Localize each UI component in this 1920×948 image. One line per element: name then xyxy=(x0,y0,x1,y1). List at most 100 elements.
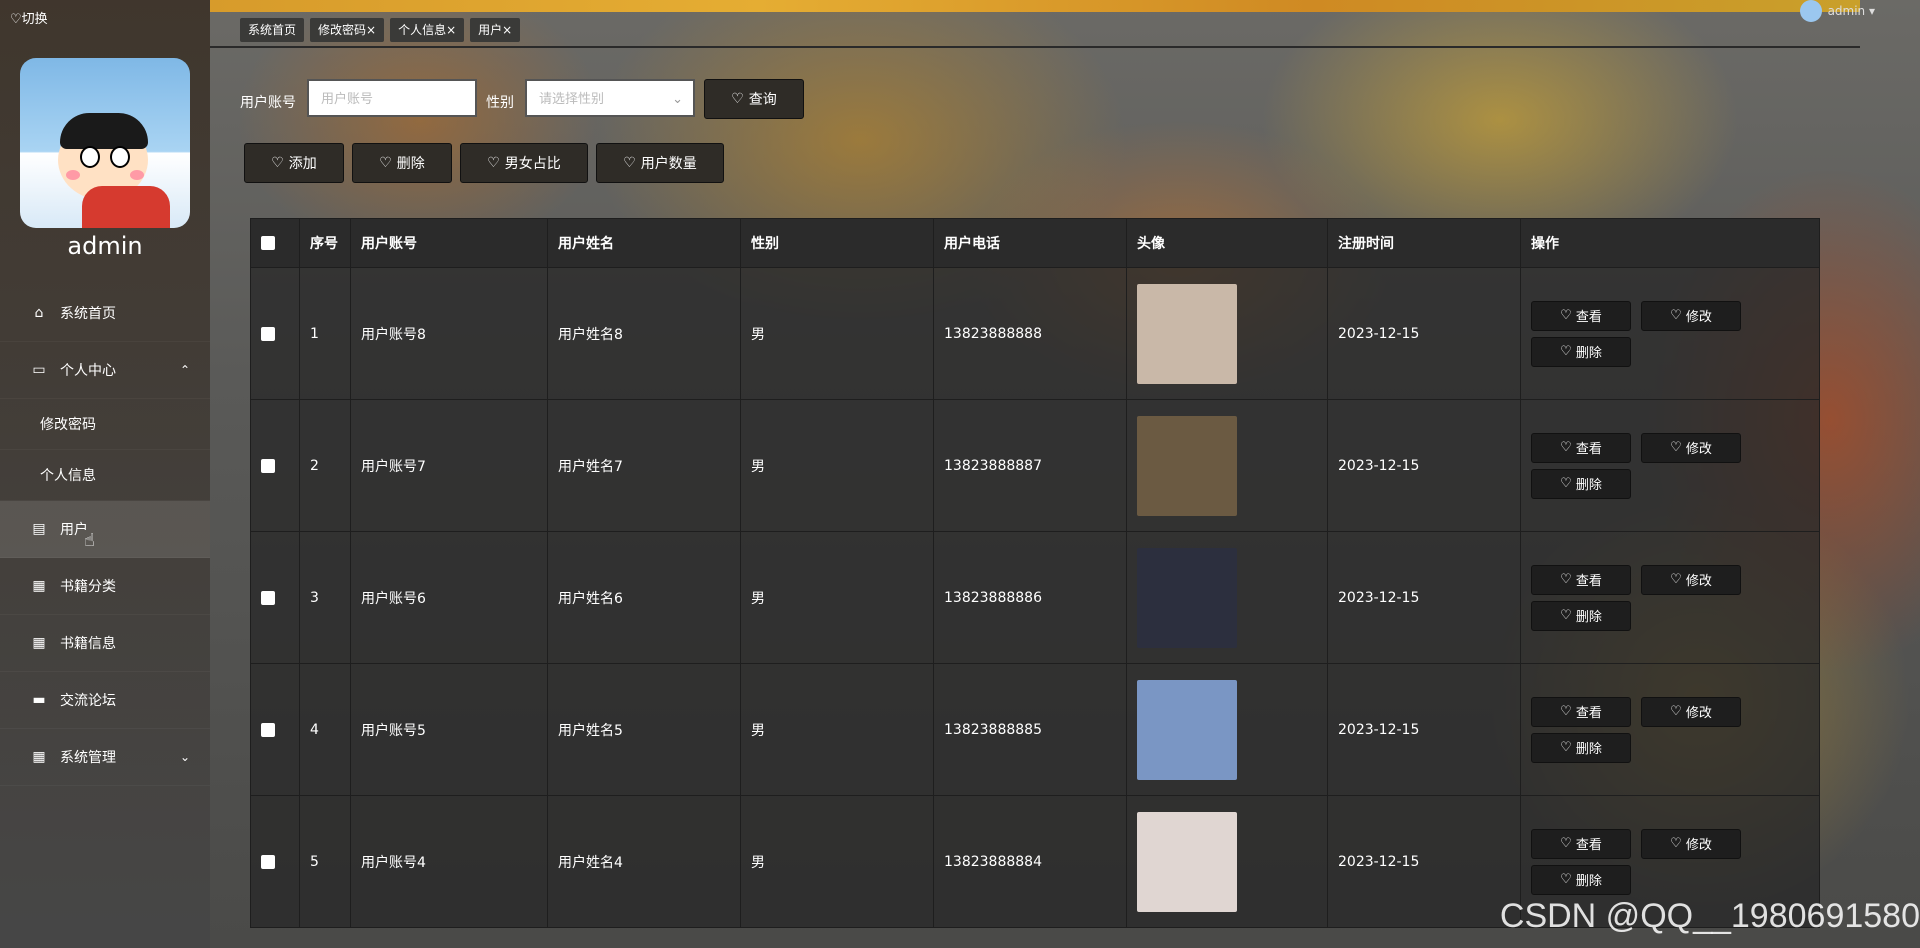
table-row: 4 用户账号5 用户姓名5 男 13823888885 2023-12-15 ♡… xyxy=(250,663,1820,796)
view-button[interactable]: ♡ 查看 xyxy=(1531,432,1631,463)
hand-cursor-icon: ☝ xyxy=(84,530,95,551)
edit-button[interactable]: ♡ 修改 xyxy=(1641,564,1741,595)
edit-button[interactable]: ♡ 修改 xyxy=(1641,432,1741,463)
heart-icon: ♡ xyxy=(1560,572,1572,587)
row-gender: 男 xyxy=(740,663,934,796)
user-photo xyxy=(1137,415,1237,516)
add-button[interactable]: ♡ 添加 xyxy=(244,143,344,183)
heart-icon: ♡ xyxy=(271,155,284,171)
user-menu[interactable]: admin ▾ xyxy=(1799,0,1875,22)
row-delete-button[interactable]: ♡ 删除 xyxy=(1531,336,1631,367)
tab-users[interactable]: 用户× xyxy=(470,18,521,42)
heart-icon: ♡ xyxy=(1560,836,1572,851)
user-photo xyxy=(1137,283,1237,384)
col-header: 注册时间 xyxy=(1327,218,1521,268)
sidebar-item-forum[interactable]: ▬ 交流论坛 xyxy=(0,672,210,729)
sidebar-item-label: 书籍信息 xyxy=(60,636,116,652)
row-date: 2023-12-15 xyxy=(1327,795,1521,928)
heart-icon: ♡ xyxy=(1670,440,1682,455)
tab-personal-info[interactable]: 个人信息× xyxy=(390,18,465,42)
card-icon: ▭ xyxy=(32,362,46,378)
sidebar-item-system-management[interactable]: ▦ 系统管理 ⌄ xyxy=(0,729,210,786)
account-search-input[interactable]: 用户账号 xyxy=(307,79,477,117)
heart-icon: ♡ xyxy=(1670,704,1682,719)
row-avatar-cell xyxy=(1126,531,1328,664)
row-delete-button[interactable]: ♡ 删除 xyxy=(1531,468,1631,499)
table-row: 2 用户账号7 用户姓名7 男 13823888887 2023-12-15 ♡… xyxy=(250,399,1820,532)
sidebar-item-personal-center[interactable]: ▭ 个人中心 ⌃ xyxy=(0,342,210,399)
user-menu-label: admin ▾ xyxy=(1827,4,1875,18)
grid-icon: ▦ xyxy=(32,749,46,765)
monitor-icon: ▬ xyxy=(32,692,46,708)
tab-change-password[interactable]: 修改密码× xyxy=(310,18,385,42)
row-delete-button-label: 删除 xyxy=(1575,610,1602,625)
row-name: 用户姓名8 xyxy=(547,267,741,400)
tab-divider xyxy=(210,46,1860,48)
row-select-cell xyxy=(250,531,300,664)
delete-button[interactable]: ♡ 删除 xyxy=(352,143,452,183)
row-phone: 13823888885 xyxy=(933,663,1127,796)
row-checkbox[interactable] xyxy=(261,854,275,869)
row-checkbox[interactable] xyxy=(261,326,275,341)
edit-button[interactable]: ♡ 修改 xyxy=(1641,300,1741,331)
row-ops: ♡ 查看 ♡ 修改 ♡ 删除 xyxy=(1520,531,1820,664)
row-select-cell xyxy=(250,663,300,796)
row-name: 用户姓名4 xyxy=(547,795,741,928)
row-delete-button[interactable]: ♡ 删除 xyxy=(1531,600,1631,631)
sidebar-item-label: 系统管理 xyxy=(60,750,116,766)
tab-bar: 系统首页 修改密码× 个人信息× 用户× xyxy=(240,18,521,42)
sidebar-item-book-category[interactable]: ▦ 书籍分类 xyxy=(0,558,210,615)
row-delete-button[interactable]: ♡ 删除 xyxy=(1531,732,1631,763)
view-button[interactable]: ♡ 查看 xyxy=(1531,696,1631,727)
query-button-label: 查询 xyxy=(748,92,777,108)
tab-home[interactable]: 系统首页 xyxy=(240,18,305,42)
add-button-label: 添加 xyxy=(288,156,317,172)
query-button[interactable]: ♡ 查询 xyxy=(704,79,804,119)
sidebar-item-users[interactable]: ▤ 用户 xyxy=(0,501,210,558)
row-delete-button[interactable]: ♡ 删除 xyxy=(1531,864,1631,895)
chevron-down-icon: ⌄ xyxy=(179,750,190,764)
row-avatar-cell xyxy=(1126,267,1328,400)
col-header: 用户账号 xyxy=(350,218,548,268)
sidebar-item-book-info[interactable]: ▦ 书籍信息 xyxy=(0,615,210,672)
sidebar-item-change-password[interactable]: 修改密码 xyxy=(0,399,210,450)
table-header-row: 序号 用户账号 用户姓名 性别 用户电话 头像 注册时间 操作 xyxy=(250,218,1820,268)
select-all-checkbox[interactable] xyxy=(261,236,275,250)
row-account: 用户账号5 xyxy=(350,663,548,796)
user-avatar-icon xyxy=(1799,0,1822,22)
row-delete-button-label: 删除 xyxy=(1575,742,1602,757)
row-date: 2023-12-15 xyxy=(1327,267,1521,400)
row-ops: ♡ 查看 ♡ 修改 ♡ 删除 xyxy=(1520,399,1820,532)
avatar xyxy=(20,58,190,228)
edit-button-label: 修改 xyxy=(1685,838,1712,853)
row-checkbox[interactable] xyxy=(261,722,275,737)
view-button[interactable]: ♡ 查看 xyxy=(1531,828,1631,859)
heart-icon: ♡ xyxy=(623,155,636,171)
row-checkbox[interactable] xyxy=(261,458,275,473)
sidebar-item-home[interactable]: ⌂ 系统首页 xyxy=(0,285,210,342)
grid-icon: ▦ xyxy=(32,635,46,651)
gender-select[interactable]: 请选择性别 ⌄ xyxy=(525,79,695,117)
heart-icon: ♡ xyxy=(1560,608,1572,623)
row-number: 1 xyxy=(299,267,351,400)
view-button-label: 查看 xyxy=(1575,442,1602,457)
switch-button[interactable]: ♡切换 xyxy=(10,8,48,27)
user-photo xyxy=(1137,679,1237,780)
gender-ratio-button[interactable]: ♡ 男女占比 xyxy=(460,143,588,183)
row-select-cell xyxy=(250,795,300,928)
view-button-label: 查看 xyxy=(1575,706,1602,721)
sidebar-item-personal-info[interactable]: 个人信息 xyxy=(0,450,210,501)
view-button[interactable]: ♡ 查看 xyxy=(1531,300,1631,331)
user-count-button[interactable]: ♡ 用户数量 xyxy=(596,143,724,183)
row-checkbox[interactable] xyxy=(261,590,275,605)
row-delete-button-label: 删除 xyxy=(1575,346,1602,361)
edit-button[interactable]: ♡ 修改 xyxy=(1641,696,1741,727)
sidebar-item-label: 个人信息 xyxy=(40,468,96,484)
grid-icon: ▦ xyxy=(32,578,46,594)
sidebar-nav: ⌂ 系统首页 ▭ 个人中心 ⌃ 修改密码 个人信息 ▤ 用户 ▦ 书籍分类 ▦ … xyxy=(0,285,210,786)
edit-button[interactable]: ♡ 修改 xyxy=(1641,828,1741,859)
view-button[interactable]: ♡ 查看 xyxy=(1531,564,1631,595)
watermark: CSDN @QQ__1980691580 xyxy=(1499,897,1920,935)
row-delete-button-label: 删除 xyxy=(1575,874,1602,889)
col-header: 操作 xyxy=(1520,218,1820,268)
